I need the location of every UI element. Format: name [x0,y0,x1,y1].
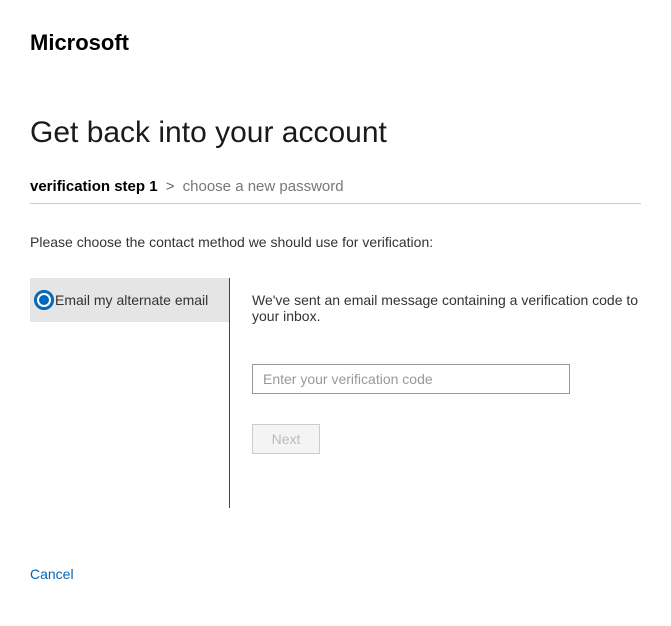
step-separator: > [162,178,179,195]
next-button[interactable]: Next [252,424,320,454]
method-email-alternate[interactable]: Email my alternate email [30,278,229,322]
cancel-link[interactable]: Cancel [30,566,74,582]
sent-message: We've sent an email message containing a… [252,292,641,324]
step-breadcrumb: verification step 1 > choose a new passw… [30,178,641,204]
verification-code-input[interactable] [252,364,570,394]
brand-logo: Microsoft [30,30,641,56]
method-list: Email my alternate email [30,278,230,508]
instruction-text: Please choose the contact method we shou… [30,234,641,250]
step-active: verification step 1 [30,178,158,195]
method-label: Email my alternate email [55,292,208,308]
verification-panel: We've sent an email message containing a… [230,278,641,508]
page-title: Get back into your account [30,116,641,150]
radio-icon [36,292,52,308]
step-inactive: choose a new password [183,178,344,195]
